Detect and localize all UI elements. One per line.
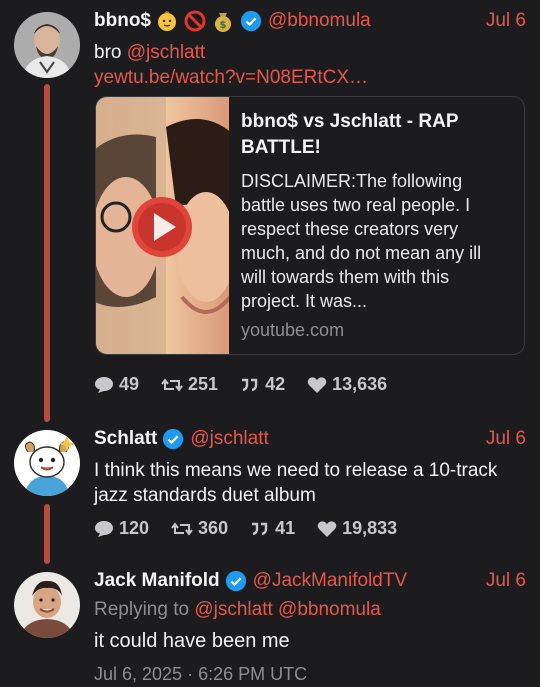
money-bag-emoji: $	[215, 13, 231, 32]
avatar[interactable]	[14, 430, 80, 496]
card-title[interactable]: bbno$ vs Jschlatt - RAP BATTLE!	[241, 109, 510, 161]
tweet-timestamp[interactable]: Jul 6, 2025 · 6:26 PM UTC	[94, 662, 520, 687]
like-stat[interactable]: 13,636	[307, 374, 387, 395]
reply-count: 49	[119, 374, 140, 394]
display-name[interactable]: Schlatt	[94, 428, 157, 450]
retweet-count: 360	[198, 518, 229, 538]
quote-stat[interactable]: 41	[250, 518, 295, 539]
user-handle[interactable]: @jschlatt	[190, 428, 268, 450]
tweet[interactable]: bbno$ $ @bbnomula Jul 6 bro @jschlatt ye…	[0, 0, 540, 420]
quote-icon	[252, 522, 268, 535]
tweet[interactable]: Schlatt @jschlatt Jul 6 I think this mea…	[0, 424, 540, 564]
video-thumbnail[interactable]	[96, 97, 229, 354]
url-link[interactable]: yewtu.be/watch?v=N08ERtCX…	[94, 67, 368, 88]
verified-icon	[163, 428, 184, 450]
link-preview-card[interactable]: bbno$ vs Jschlatt - RAP BATTLE! DISCLAIM…	[95, 96, 525, 355]
replying-to: Replying to @jschlatt @bbnomula	[94, 597, 520, 622]
like-count: 13,636	[332, 374, 388, 394]
quote-stat[interactable]: 42	[240, 374, 285, 395]
tweet-text: bro @jschlatt yewtu.be/watch?v=N08ERtCX…	[94, 40, 520, 90]
mention-link[interactable]: @jschlatt	[127, 42, 205, 63]
tweet[interactable]: Jack Manifold @JackManifoldTV Jul 6 Repl…	[0, 566, 540, 687]
tweet-date[interactable]: Jul 6	[486, 10, 526, 32]
reply-stat[interactable]: 120	[94, 518, 149, 539]
reply-count: 120	[119, 518, 150, 538]
display-name[interactable]: bbno$	[94, 10, 151, 32]
tweet-stats: 49 251 42 13,636	[94, 374, 409, 395]
retweet-stat[interactable]: 251	[161, 374, 218, 395]
avatar[interactable]	[14, 572, 80, 638]
tweet-date[interactable]: Jul 6	[486, 428, 526, 450]
baby-emoji	[158, 11, 176, 31]
user-handle[interactable]: @JackManifoldTV	[253, 570, 407, 592]
card-domain: youtube.com	[241, 320, 345, 340]
reply-icon	[95, 376, 113, 393]
replying-to-label: Replying to	[94, 599, 195, 620]
verified-icon	[225, 570, 246, 592]
retweet-count: 251	[188, 374, 219, 394]
tweet-text-prefix: bro	[94, 42, 127, 63]
heart-icon	[317, 520, 337, 537]
like-stat[interactable]: 19,833	[317, 518, 397, 539]
prohibited-emoji	[184, 10, 206, 32]
tweet-text: I think this means we need to release a …	[94, 460, 498, 506]
reply-icon	[95, 520, 113, 537]
retweet-icon	[171, 521, 193, 536]
user-handle[interactable]: @bbnomula	[268, 10, 371, 32]
tweet-text: it could have been me	[94, 630, 290, 652]
verified-icon	[240, 10, 262, 32]
reply-stat[interactable]: 49	[94, 374, 139, 395]
quote-count: 41	[275, 518, 296, 538]
quote-icon	[242, 378, 258, 391]
svg-text:$: $	[220, 20, 227, 31]
tweet-stats: 120 360 41 19,833	[94, 518, 419, 539]
replying-to-mentions[interactable]: @jschlatt @bbnomula	[194, 599, 380, 620]
display-name[interactable]: Jack Manifold	[94, 570, 220, 592]
retweet-icon	[161, 377, 183, 392]
like-count: 19,833	[342, 518, 398, 538]
tweet-date[interactable]: Jul 6	[486, 570, 526, 592]
retweet-stat[interactable]: 360	[171, 518, 228, 539]
card-description: DISCLAIMER:The following battle uses two…	[241, 171, 482, 311]
heart-icon	[307, 376, 327, 393]
avatar[interactable]	[14, 12, 80, 78]
quote-count: 42	[265, 374, 286, 394]
